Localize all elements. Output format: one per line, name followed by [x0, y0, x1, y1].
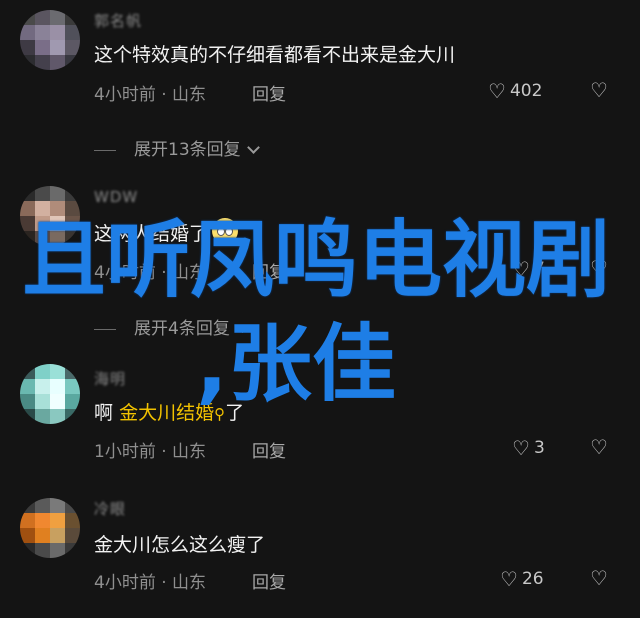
comment-time: 4小时前 [94, 573, 156, 593]
avatar-pixel [35, 543, 50, 558]
avatar-pixel [35, 40, 50, 55]
comment-username[interactable]: 海明 [94, 368, 126, 389]
avatar-pixel [35, 186, 50, 201]
like-count: 3 [533, 438, 545, 458]
avatar-pixel [20, 543, 35, 558]
avatar-pixel [65, 25, 80, 40]
avatar-pixel [20, 379, 35, 394]
meta-separator: · [155, 85, 173, 105]
broken-heart-icon[interactable]: ♡ [590, 566, 608, 590]
avatar-pixel [50, 40, 65, 55]
comment-text: 这个特效真的不仔细看都看不出来是金大川 [94, 44, 456, 66]
comment-location: 山东 [172, 573, 207, 593]
avatar-pixel [65, 409, 80, 424]
avatar-pixel [20, 186, 35, 201]
avatar-pixel [50, 186, 65, 201]
avatar-pixel [20, 409, 35, 424]
avatar-pixel [35, 55, 50, 70]
like-button[interactable]: ♡ 26 [500, 567, 544, 591]
broken-heart-icon[interactable]: ♡ [590, 435, 608, 459]
comment-username[interactable]: 郭名帆 [94, 10, 142, 31]
comment-text: 金大川怎么这么瘦了 [94, 534, 266, 556]
heart-outline-icon: ♡ [488, 79, 506, 103]
avatar-pixel [35, 10, 50, 25]
divider-line [94, 149, 116, 151]
comment-meta: 4小时前 · 山东 [94, 80, 206, 105]
like-button[interactable]: ♡ 3 [512, 436, 545, 460]
avatar-pixel [35, 498, 50, 513]
reply-button[interactable]: 回复 [252, 80, 286, 105]
expand-replies-button[interactable]: 展开13条回复 [94, 135, 514, 160]
avatar-pixel [65, 394, 80, 409]
avatar-pixel [35, 528, 50, 543]
avatar-pixel [20, 528, 35, 543]
avatar-pixel [50, 394, 65, 409]
avatar-pixel [50, 528, 65, 543]
comment-location: 山东 [172, 85, 207, 105]
broken-heart-icon[interactable]: ♡ [590, 78, 608, 102]
avatar-pixel [50, 543, 65, 558]
avatar-pixel [35, 364, 50, 379]
avatar-pixel [65, 364, 80, 379]
chevron-down-icon [246, 141, 260, 154]
avatar-pixel [50, 55, 65, 70]
avatar-pixel [65, 379, 80, 394]
comment-meta: 4小时前 · 山东 [94, 568, 206, 593]
avatar-pixel [50, 10, 65, 25]
comment-location: 山东 [172, 442, 207, 462]
avatar-pixel [20, 55, 35, 70]
meta-separator: · [155, 442, 173, 462]
comment-time: 4小时前 [94, 85, 156, 105]
overlay-subtitle: ,张佳 [196, 315, 396, 413]
avatar-pixel [20, 364, 35, 379]
avatar[interactable] [20, 364, 80, 424]
like-count: 402 [509, 81, 543, 101]
avatar-pixel [20, 498, 35, 513]
avatar-pixel [65, 55, 80, 70]
avatar-pixel [50, 409, 65, 424]
avatar-pixel [20, 10, 35, 25]
comment-text-prefix: 啊 [94, 402, 114, 424]
avatar-pixel [65, 513, 80, 528]
meta-separator: · [155, 573, 173, 593]
avatar-pixel [20, 25, 35, 40]
comment-username[interactable]: WDW [94, 188, 138, 206]
avatar-pixel [35, 394, 50, 409]
avatar-pixel [50, 364, 65, 379]
avatar-pixel [20, 394, 35, 409]
expand-replies-label: 展开13条回复 [134, 140, 241, 160]
avatar-pixel [50, 498, 65, 513]
heart-outline-icon: ♡ [500, 567, 518, 591]
comment-time: 1小时前 [94, 442, 156, 462]
avatar-pixel [65, 10, 80, 25]
overlay-title: 且听凤鸣电视剧 [22, 211, 611, 309]
like-count: 26 [521, 569, 544, 589]
reply-button[interactable]: 回复 [252, 437, 286, 462]
comment-username[interactable]: 冷眼 [94, 498, 126, 519]
avatar[interactable] [20, 498, 80, 558]
avatar-pixel [35, 513, 50, 528]
reply-button[interactable]: 回复 [252, 568, 286, 593]
divider-line [94, 328, 116, 330]
avatar-pixel [35, 409, 50, 424]
avatar-pixel [65, 186, 80, 201]
avatar-pixel [50, 513, 65, 528]
heart-outline-icon: ♡ [512, 436, 530, 460]
avatar[interactable] [20, 10, 80, 70]
avatar-pixel [50, 379, 65, 394]
avatar-pixel [65, 40, 80, 55]
avatar-pixel [35, 379, 50, 394]
avatar-pixel [65, 543, 80, 558]
avatar-pixel [20, 40, 35, 55]
comment-meta: 1小时前 · 山东 [94, 437, 206, 462]
avatar-pixel [50, 25, 65, 40]
avatar-pixel [65, 498, 80, 513]
like-button[interactable]: ♡ 402 [488, 79, 542, 103]
avatar-pixel [65, 528, 80, 543]
avatar-pixel [20, 513, 35, 528]
avatar-pixel [35, 25, 50, 40]
